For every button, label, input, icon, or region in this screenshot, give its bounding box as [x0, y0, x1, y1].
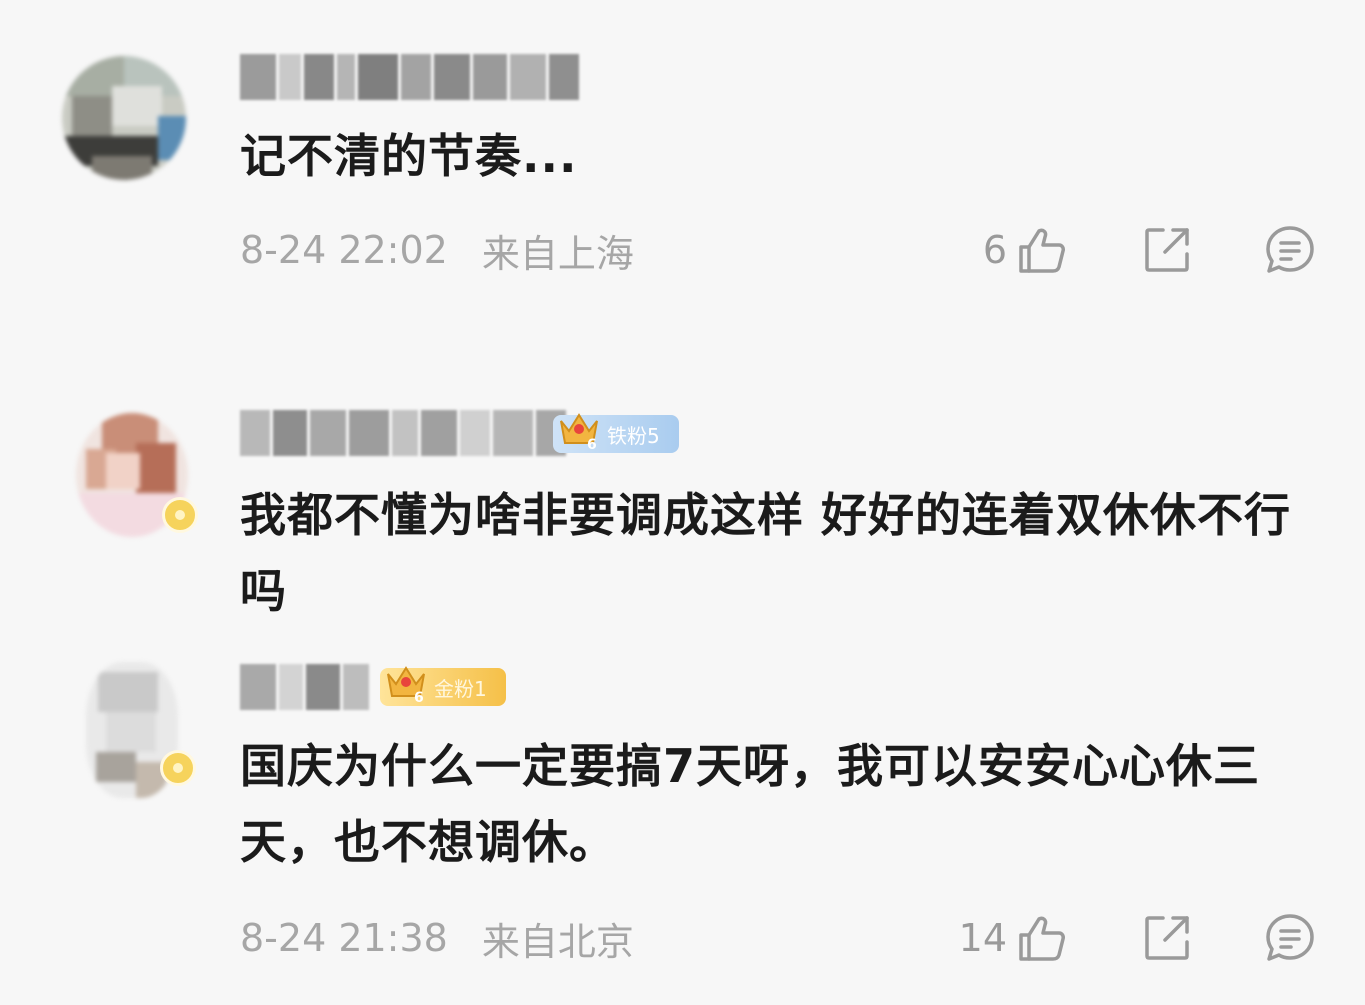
comment-location: 来自北京	[481, 919, 634, 964]
comment-location: 来自上海	[481, 231, 634, 276]
fan-badge[interactable]: 6 金粉1	[380, 666, 506, 706]
like-count: 6	[982, 228, 1007, 272]
comment-icon[interactable]	[1265, 913, 1315, 963]
svg-text:6: 6	[587, 437, 597, 451]
fan-badge-label: 铁粉5	[607, 423, 660, 448]
comment-item: 记不清的节奏... 8-24 22:02 来自上海 6	[0, 0, 1365, 330]
comment-actions: 14	[959, 908, 1315, 968]
like-count: 14	[958, 916, 1007, 960]
crown-icon: 6	[560, 413, 598, 451]
avatar[interactable]	[62, 56, 186, 180]
share-icon[interactable]	[1143, 226, 1191, 274]
comment-text: 我都不懂为啥非要调成这样 好好的连着双休休不行吗	[240, 488, 1292, 618]
comment-text: 记不清的节奏...	[240, 129, 578, 183]
vip-badge-icon	[160, 750, 196, 786]
username-mosaic[interactable]	[240, 410, 566, 456]
comment-meta: 8-24 22:02 来自上海 6	[240, 220, 1315, 280]
username-mosaic[interactable]	[240, 664, 369, 710]
comment-time: 8-24 22:02	[240, 228, 448, 272]
comment-text: 国庆为什么一定要搞7天呀，我可以安安心心休三天，也不想调休。	[240, 739, 1261, 869]
vip-badge-icon	[162, 497, 198, 533]
crown-icon: 6	[387, 666, 425, 704]
share-icon[interactable]	[1143, 914, 1191, 962]
svg-text:6: 6	[414, 690, 424, 704]
fan-badge[interactable]: 6 铁粉5	[553, 413, 679, 453]
fan-badge-label: 金粉1	[434, 676, 487, 701]
comment-item: 6 铁粉5 我都不懂为啥非要调成这样 好好的连着双休休不行吗	[0, 395, 1365, 645]
comment-item: 6 金粉1 国庆为什么一定要搞7天呀，我可以安安心心休三天，也不想调休。 8-2…	[0, 650, 1365, 1005]
thumbs-up-icon[interactable]	[1017, 225, 1067, 275]
thumbs-up-icon[interactable]	[1017, 913, 1067, 963]
comment-time: 8-24 21:38	[240, 916, 448, 960]
comment-meta: 8-24 21:38 来自北京 14	[240, 908, 1315, 968]
comment-actions: 6	[983, 220, 1315, 280]
comment-icon[interactable]	[1265, 225, 1315, 275]
username-mosaic[interactable]	[240, 54, 579, 100]
